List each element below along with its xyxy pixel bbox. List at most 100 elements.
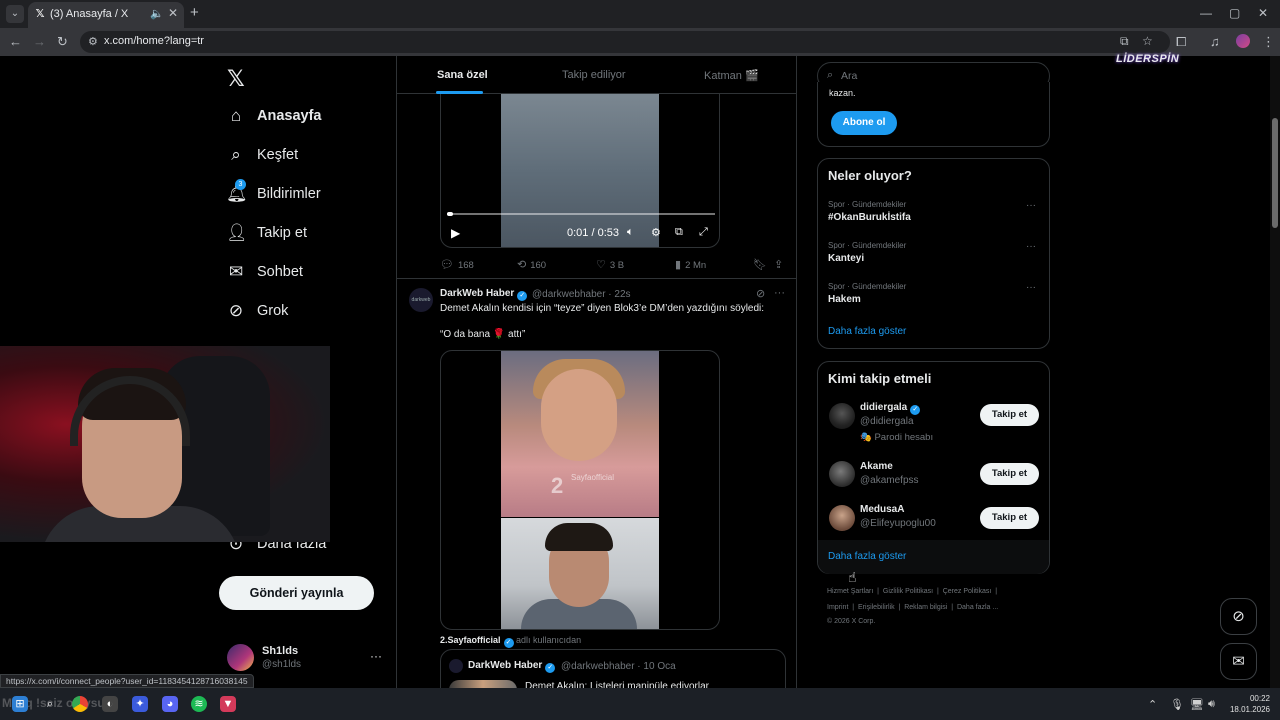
verified-badge-icon: ✓: [545, 663, 556, 673]
grok-fab-button[interactable]: ⊘: [1220, 598, 1257, 635]
post-media[interactable]: 2 Sayfaofficial: [440, 350, 720, 630]
account-handle: @sh1lds: [262, 659, 302, 670]
footer-link[interactable]: Gizlilik Politikası: [883, 588, 933, 595]
media-control-icon[interactable]: ♫: [1210, 34, 1220, 50]
app-icon[interactable]: ◐: [102, 696, 118, 712]
extensions-icon[interactable]: ⧠: [1176, 34, 1186, 50]
tab-layer[interactable]: Katman 🎬: [704, 69, 759, 82]
media-byline[interactable]: 2.Sayfaofficial ✓ adlı kullanıcıdan: [440, 635, 581, 648]
more-dots-icon[interactable]: ···: [1026, 200, 1036, 211]
footer-link[interactable]: Hizmet Şartları: [827, 588, 873, 595]
post-divider: [397, 278, 796, 279]
x-logo-icon[interactable]: 𝕏: [227, 66, 245, 92]
new-tab-button[interactable]: +: [190, 5, 199, 21]
more-dots-icon[interactable]: ···: [774, 287, 785, 299]
chevron-up-icon[interactable]: ⌃: [1148, 698, 1157, 711]
cast-icon[interactable]: ⧉: [1120, 34, 1129, 49]
pip-icon[interactable]: ⧉: [675, 226, 683, 239]
image-face: [541, 369, 617, 461]
speaker-icon[interactable]: 🔈: [150, 7, 164, 20]
search-icon[interactable]: ⌕: [42, 696, 58, 712]
nav-follow-label: Takip et: [257, 225, 307, 241]
suggested-user-name[interactable]: didiergala ✓: [860, 402, 921, 415]
reload-icon[interactable]: ↻: [57, 34, 68, 50]
footer-link[interactable]: Daha fazla ...: [957, 604, 998, 611]
post-meta[interactable]: @darkwebhaber · 22s: [532, 289, 631, 300]
messages-fab-button[interactable]: ✉: [1220, 643, 1257, 680]
back-icon[interactable]: ←: [9, 34, 22, 50]
account-name: Sh1lds: [262, 645, 299, 657]
follow-button[interactable]: Takip et: [980, 404, 1039, 426]
site-info-icon[interactable]: ⚙: [88, 35, 98, 48]
discord-icon[interactable]: ◕: [162, 696, 178, 712]
suggested-user-handle: @akamefpss: [860, 475, 919, 486]
video-progress: [447, 212, 453, 216]
page-scrollbar[interactable]: [1270, 56, 1280, 688]
settings-gear-icon[interactable]: ⚙: [651, 226, 661, 239]
trend-category: Spor · Gündemdekiler: [828, 241, 907, 250]
parody-label: 🎭 Parodi hesabı: [860, 432, 934, 443]
post-author[interactable]: DarkWeb Haber ✓: [440, 288, 528, 301]
avatar[interactable]: darkweb: [409, 288, 433, 312]
footer-link[interactable]: Imprint: [827, 604, 848, 611]
tab-close-icon[interactable]: ✕: [168, 6, 178, 20]
suggested-user-name[interactable]: MedusaA: [860, 504, 904, 515]
follow-button[interactable]: Takip et: [980, 463, 1039, 485]
post-button[interactable]: Gönderi yayınla: [219, 576, 374, 610]
scrollbar-thumb[interactable]: [1272, 118, 1278, 228]
views-action[interactable]: ▮ 2 Mn: [675, 258, 706, 272]
trends-show-more-link[interactable]: Daha fazla göster: [828, 326, 906, 337]
grok-icon[interactable]: ⊘: [756, 287, 765, 300]
footer-link[interactable]: Reklam bilgisi: [904, 604, 947, 611]
browser-menu-icon[interactable]: ⋮: [1262, 34, 1275, 50]
tab-search-dropdown[interactable]: ⌄: [6, 5, 24, 23]
maximize-button[interactable]: ▢: [1229, 6, 1240, 20]
game-icon[interactable]: ✦: [132, 696, 148, 712]
subscribe-button[interactable]: Abone ol: [831, 111, 897, 135]
more-dots-icon[interactable]: ···: [370, 649, 382, 663]
microphone-icon[interactable]: 🎙︎: [1170, 698, 1184, 711]
reply-action[interactable]: 💬︎ 168: [440, 258, 474, 272]
address-bar[interactable]: ⚙ x.com/home?lang=tr ⧉ ☆: [80, 31, 1170, 53]
watermark-number: 2: [551, 473, 564, 498]
spotify-icon[interactable]: ≋: [191, 696, 207, 712]
footer-link[interactable]: Erişilebilirlik: [858, 604, 895, 611]
suggested-user-name[interactable]: Akame: [860, 461, 893, 472]
profile-avatar-icon[interactable]: [1236, 34, 1250, 48]
image-hair: [545, 523, 613, 551]
fullscreen-icon[interactable]: ⤢: [699, 226, 708, 239]
video-scrubber[interactable]: [447, 213, 715, 215]
play-icon[interactable]: ▶: [451, 226, 460, 240]
window-close-button[interactable]: ✕: [1258, 6, 1268, 20]
video-player[interactable]: ▶ 0:01 / 0:53 🔈︎ ⚙ ⧉ ⤢: [440, 94, 720, 248]
reply-count: 168: [457, 260, 474, 271]
repost-action[interactable]: ⟲ 160: [517, 258, 546, 272]
network-icon[interactable]: 🖥︎: [1190, 698, 1204, 711]
avatar[interactable]: [829, 403, 855, 429]
chrome-icon[interactable]: [72, 696, 88, 712]
minimize-button[interactable]: —: [1200, 6, 1212, 20]
bookmark-star-icon[interactable]: ☆: [1142, 34, 1153, 48]
tab-following[interactable]: Takip ediliyor: [562, 69, 626, 81]
app-icon[interactable]: ▼: [220, 696, 236, 712]
volume-icon[interactable]: 🔈︎: [627, 226, 634, 239]
feed-tabs: Sana özel Takip ediliyor Katman 🎬: [397, 56, 796, 94]
system-clock[interactable]: 00:22 18.01.2026: [1226, 693, 1270, 715]
wtf-show-more-link[interactable]: Daha fazla göster: [828, 551, 906, 562]
footer-link[interactable]: Çerez Politikası: [943, 588, 992, 595]
avatar[interactable]: [829, 505, 855, 531]
avatar[interactable]: [829, 461, 855, 487]
volume-icon[interactable]: 🔊︎: [1208, 698, 1215, 711]
forward-icon[interactable]: →: [33, 34, 46, 50]
start-icon[interactable]: ⊞: [12, 696, 28, 712]
repost-count: 160: [530, 260, 547, 271]
more-dots-icon[interactable]: ···: [1026, 241, 1036, 252]
tab-for-you[interactable]: Sana özel: [437, 69, 488, 81]
browser-tab-bar: ⌄ 𝕏 (3) Anasayfa / X 🔈 ✕ + — ▢ ✕: [0, 0, 1280, 28]
follow-button[interactable]: Takip et: [980, 507, 1039, 529]
browser-tab[interactable]: 𝕏 (3) Anasayfa / X 🔈 ✕: [28, 2, 184, 28]
more-dots-icon[interactable]: ···: [1026, 282, 1036, 293]
bookmark-action[interactable]: 🔖︎: [753, 258, 771, 272]
like-action[interactable]: ♡ 3 B: [596, 258, 624, 272]
share-action[interactable]: ⇪: [774, 258, 787, 272]
